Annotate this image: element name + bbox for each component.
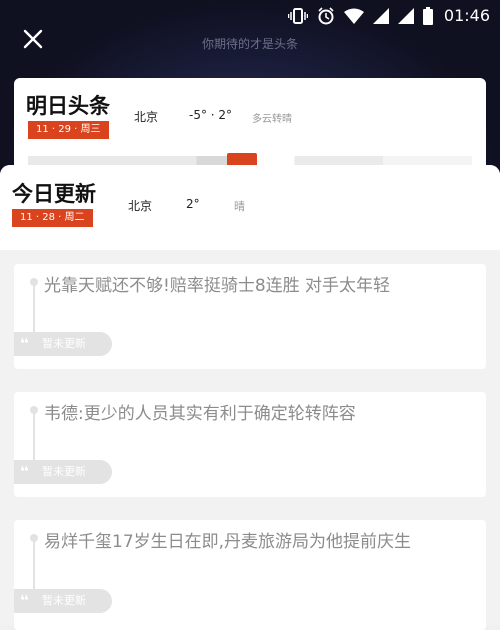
status-text: 暂未更新	[42, 337, 86, 350]
tomorrow-city: 北京	[134, 110, 159, 124]
tomorrow-weather: 多云转晴	[252, 114, 292, 125]
battery-icon	[422, 6, 433, 25]
news-card[interactable]: 韦德:更少的人员其实有利于确定轮转阵容 ❛❛ 暂未更新	[14, 392, 486, 497]
news-title: 易烊千玺17岁生日在即,丹麦旅游局为他提前庆生	[44, 532, 412, 552]
slogan-text: 你期待的才是头条	[201, 37, 298, 51]
quote-icon: ❛❛	[20, 593, 29, 609]
today-title: 今日更新	[12, 182, 96, 206]
status-pill: ❛❛ 暂未更新	[14, 332, 112, 356]
tomorrow-title: 明日头条	[26, 94, 110, 118]
quote-icon: ❛❛	[20, 464, 29, 480]
today-date-badge: 11 · 28 · 周二	[12, 209, 93, 227]
signal-icon	[372, 7, 389, 24]
status-pill: ❛❛ 暂未更新	[14, 460, 112, 484]
vibrate-icon	[287, 7, 308, 24]
status-bar: 01:46	[0, 0, 500, 32]
today-sheet: 今日更新 11 · 28 · 周二 北京 2° 晴 光靠天赋还不够!赔率挺骑士8…	[0, 165, 500, 630]
news-title: 韦德:更少的人员其实有利于确定轮转阵容	[44, 404, 356, 424]
alarm-icon	[317, 6, 335, 25]
today-temperature: 2°	[186, 197, 200, 211]
status-text: 暂未更新	[42, 465, 86, 478]
tomorrow-card[interactable]: 明日头条 11 · 29 · 周三 北京 -5° · 2° 多云转晴	[14, 78, 486, 178]
timeline-line	[33, 412, 35, 467]
today-header: 今日更新 11 · 28 · 周二 北京 2° 晴	[0, 165, 500, 250]
today-city: 北京	[128, 199, 153, 213]
status-pill: ❛❛ 暂未更新	[14, 589, 112, 613]
timeline-line	[33, 284, 35, 339]
today-weather: 晴	[234, 200, 245, 213]
signal-icon-2	[397, 7, 414, 24]
clock-time: 01:46	[443, 6, 490, 25]
wifi-icon	[343, 8, 364, 24]
news-title: 光靠天赋还不够!赔率挺骑士8连胜 对手太年轻	[44, 276, 391, 296]
news-card[interactable]: 易烊千玺17岁生日在即,丹麦旅游局为他提前庆生 ❛❛ 暂未更新	[14, 520, 486, 630]
tomorrow-date-badge: 11 · 29 · 周三	[28, 121, 109, 139]
news-card[interactable]: 光靠天赋还不够!赔率挺骑士8连胜 对手太年轻 ❛❛ 暂未更新	[14, 264, 486, 369]
status-text: 暂未更新	[42, 594, 86, 607]
quote-icon: ❛❛	[20, 336, 29, 352]
tomorrow-temperature: -5° · 2°	[189, 108, 233, 122]
